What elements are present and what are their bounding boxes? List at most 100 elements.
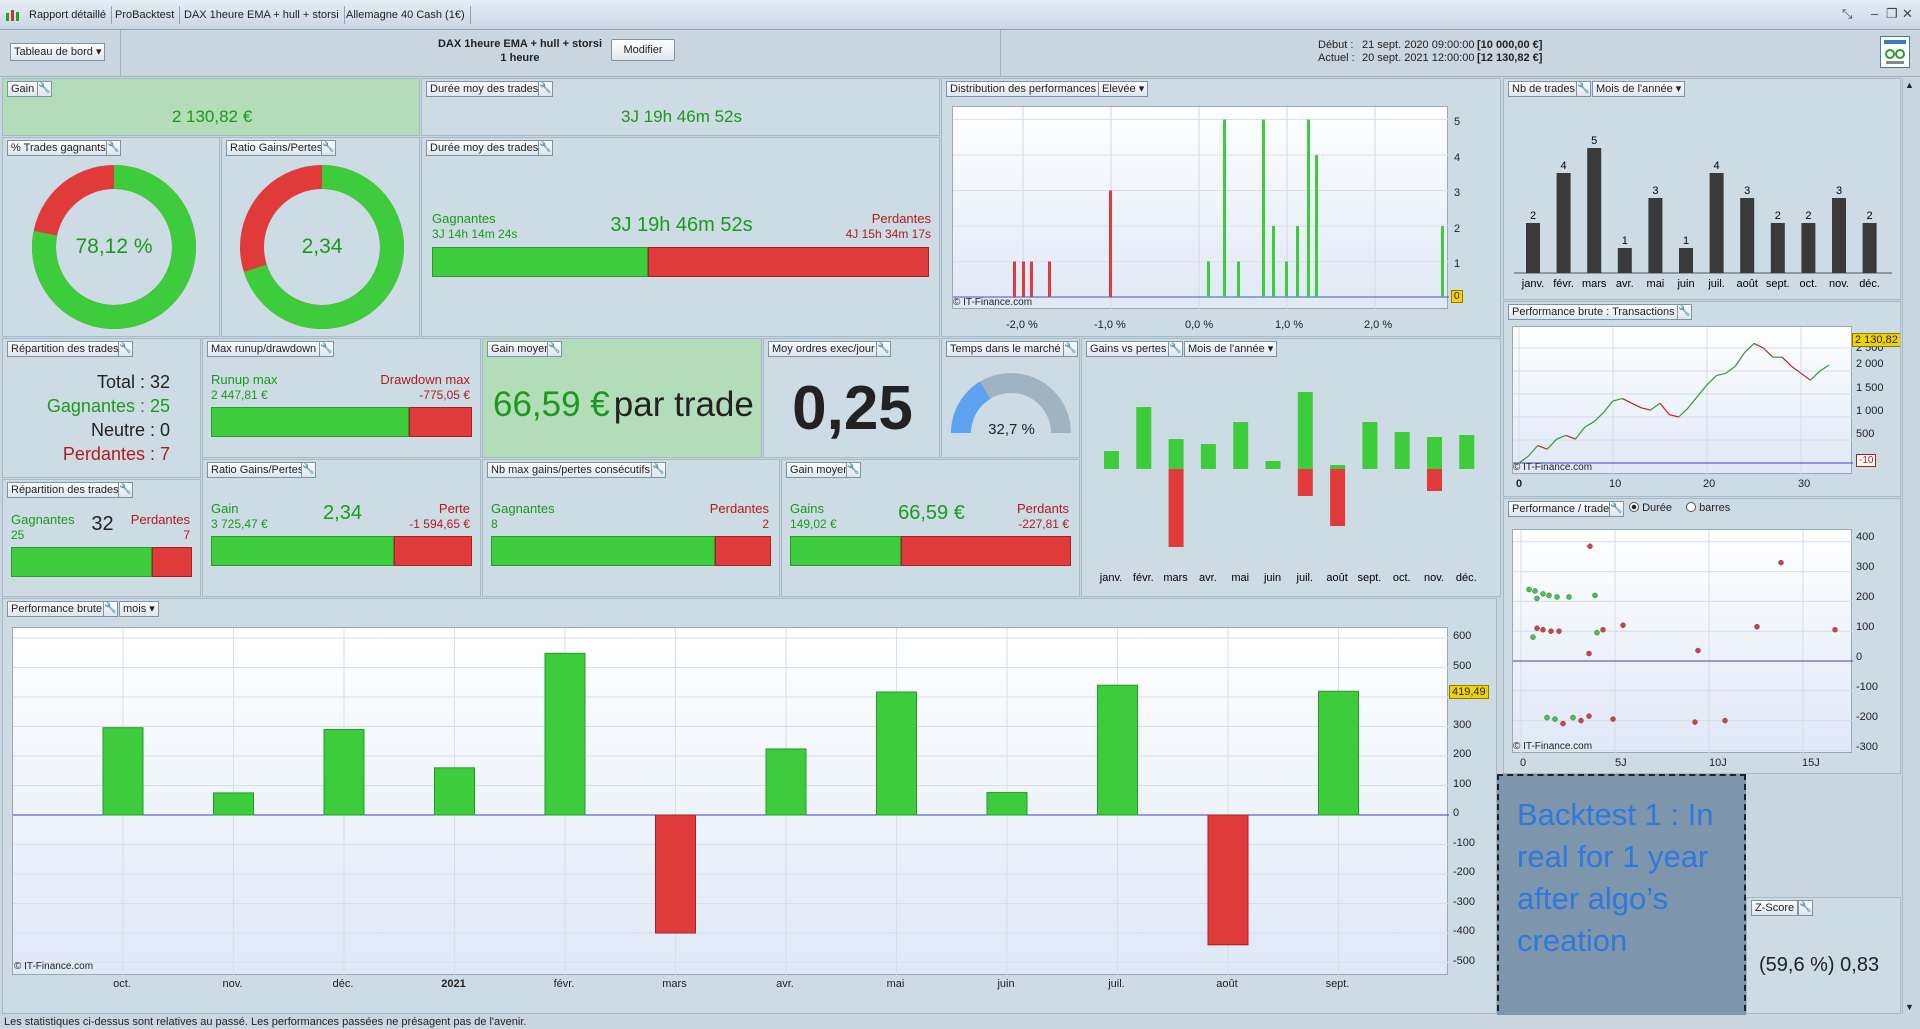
disclaimer: Les statistiques ci-dessus sont relative… (0, 1015, 1920, 1029)
gain-bar (1200, 444, 1216, 469)
distribution-bar-2 (1030, 261, 1033, 297)
nb-trades-chart: 2 janv. 4 févr. 5 mars 1 avr. 3 mai 1 juin 4 juil. 3 ao… (1514, 135, 1892, 290)
monthly-bar (1097, 684, 1138, 816)
wrench-icon[interactable]: 🔧 (103, 601, 118, 617)
equity-segment (1800, 372, 1811, 381)
x-tick: 10J (1709, 757, 1727, 769)
wrench-icon[interactable]: 🔧 (651, 462, 666, 478)
trade-point (1592, 592, 1598, 599)
win-bar (491, 536, 715, 566)
lose-count: 7 (183, 528, 190, 542)
gain-bar (1265, 461, 1281, 469)
trade-point (1778, 559, 1784, 566)
nb-trades-bar (1770, 223, 1785, 273)
lose-label: Perdantes (130, 512, 190, 527)
nb-trades-category: oct. (1800, 278, 1818, 290)
equity-segment (1527, 445, 1539, 457)
equity-segment (1819, 364, 1830, 372)
trade-point (1556, 628, 1562, 634)
avg-gain-panel: Gain moyen 🔧 66,59 € par trade (482, 338, 762, 458)
runup-value: 2 447,81 € (211, 388, 268, 402)
radio-duration[interactable]: Durée (1629, 502, 1672, 514)
nb-trades-bar (1801, 223, 1816, 273)
nb-trades-bar (1556, 173, 1571, 273)
wrench-icon[interactable]: 🔧 (538, 81, 553, 97)
dashboard-select[interactable]: Tableau de bord (10, 43, 106, 61)
distribution-select[interactable]: Elevée (1098, 81, 1149, 97)
drawdown-bar (409, 407, 472, 437)
radio-bars[interactable]: barres (1686, 502, 1730, 514)
wrench-icon[interactable]: 🔧 (538, 140, 553, 156)
report-icon[interactable] (1880, 36, 1910, 68)
orders-day-value: 0,25 (792, 374, 913, 443)
share-icon[interactable]: ⤡ (1842, 6, 1852, 22)
trade-point (1532, 588, 1538, 594)
losses-bar (901, 536, 1071, 566)
x-axis-label: déc. (332, 978, 354, 990)
nb-trades-category: mars (1582, 278, 1607, 290)
tab-instrument[interactable]: Allemagne 40 Cash (1€) (341, 6, 471, 24)
wrench-icon[interactable]: 🔧 (37, 81, 52, 97)
x-tick: 0 (1520, 757, 1527, 769)
trade-point (1546, 592, 1552, 599)
gains-losses-select[interactable]: Mois de l'année (1184, 341, 1278, 357)
y-axis-label: -400 (1453, 925, 1476, 937)
monthly-bar (213, 792, 254, 816)
nb-trades-category: févr. (1553, 278, 1574, 290)
start-date: 21 sept. 2020 09:00:00 (1362, 39, 1475, 51)
modify-button[interactable]: Modifier (611, 39, 675, 61)
tab-probacktest[interactable]: ProBacktest (110, 6, 181, 24)
perf-trade-chart (1512, 529, 1853, 754)
chart-credit: © IT-Finance.com (953, 297, 1033, 308)
time-market-value: 32,7 % (988, 421, 1035, 438)
scroll-up-icon[interactable]: ▲ (1905, 80, 1914, 90)
zscore-value: (59,6 %) 0,83 (1759, 954, 1880, 976)
scroll-down-icon[interactable]: ▼ (1905, 1002, 1914, 1012)
tab-strategy[interactable]: DAX 1heure EMA + hull + storsi (179, 6, 345, 24)
period-select[interactable]: mois (119, 601, 159, 617)
perf-brute-panel: Performance brute 🔧 mois © IT-Finance.co… (2, 598, 1497, 1014)
wrench-icon[interactable]: 🔧 (106, 140, 121, 156)
drawdown-value: -775,05 € (419, 388, 470, 402)
wrench-icon[interactable]: 🔧 (547, 341, 562, 357)
wrench-icon[interactable]: 🔧 (1063, 341, 1078, 357)
wrench-icon[interactable]: 🔧 (1168, 341, 1183, 357)
gains-losses-category: sept. (1357, 572, 1381, 584)
wrench-icon[interactable]: 🔧 (876, 341, 891, 357)
y-axis-label: 300 (1453, 718, 1472, 731)
equity-segment (1565, 434, 1576, 440)
close-icon[interactable]: ✕ (1902, 6, 1913, 22)
wrench-icon[interactable]: 🔧 (118, 341, 133, 357)
wrench-icon[interactable]: 🔧 (1576, 81, 1591, 97)
wrench-icon[interactable]: 🔧 (1609, 501, 1624, 517)
equity-segment (1631, 402, 1642, 409)
wrench-icon[interactable]: 🔧 (301, 462, 316, 478)
nb-trades-bar (1832, 198, 1846, 273)
minimize-icon[interactable]: – (1871, 6, 1878, 22)
wrench-icon[interactable]: 🔧 (1798, 900, 1813, 916)
distribution-bar-g7 (1307, 119, 1310, 297)
gain-bar (1104, 451, 1119, 469)
wrench-icon[interactable]: 🔧 (846, 462, 861, 478)
gain-bar (1362, 422, 1378, 469)
trade-point (1754, 623, 1760, 630)
last-value-marker: 419,49 (1449, 685, 1489, 699)
y-axis-label: -100 (1453, 836, 1476, 849)
trade-point (1578, 717, 1584, 724)
vertical-scrollbar[interactable]: ▲ ▼ (1902, 78, 1918, 1014)
trade-point (1594, 629, 1600, 636)
y-tick: 3 (1454, 187, 1461, 199)
x-tick: 1,0 % (1275, 319, 1304, 331)
wrench-icon[interactable]: 🔧 (1677, 304, 1692, 320)
wrench-icon[interactable]: 🔧 (118, 482, 133, 498)
restore-icon[interactable]: ❐ (1886, 6, 1898, 22)
avg-gain-bar-panel: Gain moyen 🔧 Gains 149,02 € 66,59 € Perd… (781, 459, 1080, 597)
wrench-icon[interactable]: 🔧 (319, 341, 334, 357)
nb-trades-select[interactable]: Mois de l'année (1592, 81, 1686, 97)
nb-trades-category: sept. (1766, 278, 1790, 290)
wrench-icon[interactable]: 🔧 (321, 140, 336, 156)
panel-title: Performance / trade (1508, 501, 1614, 517)
ratio-panel: Ratio Gains/Pertes 🔧 2,34 (221, 137, 420, 337)
loss-total: -1 594,65 € (409, 517, 470, 531)
tab-detailed-report[interactable]: Rapport détaillé (24, 6, 113, 24)
